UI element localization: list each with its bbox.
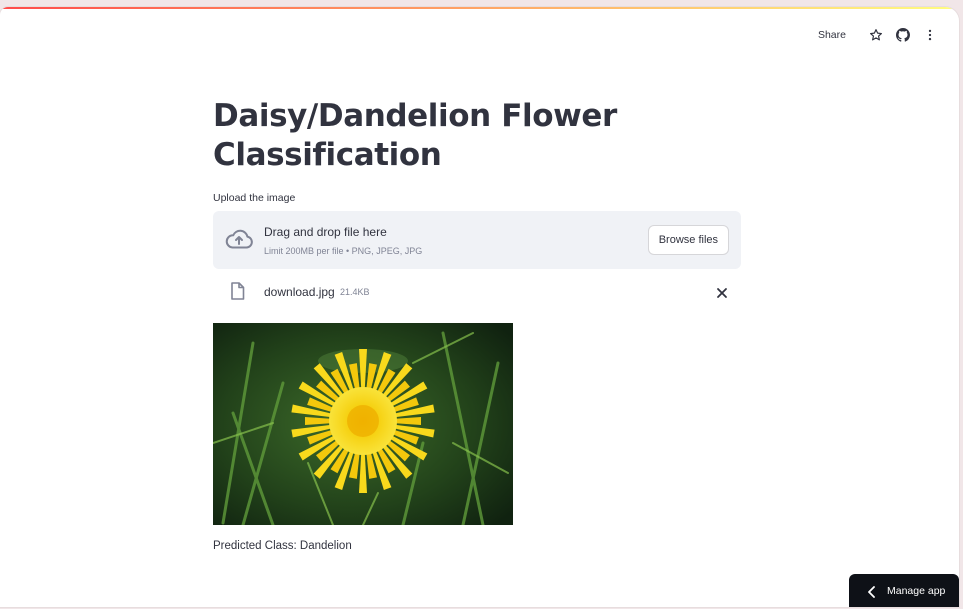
close-icon[interactable] <box>715 286 729 300</box>
main-content: Daisy/Dandelion Flower Classification Up… <box>213 97 741 552</box>
uploaded-image <box>213 323 513 525</box>
github-icon[interactable] <box>894 26 912 44</box>
header-toolbar: Share <box>818 25 939 45</box>
cloud-upload-icon <box>224 227 254 256</box>
star-icon[interactable] <box>867 26 885 44</box>
file-size: 21.4KB <box>340 287 370 297</box>
more-vertical-icon[interactable] <box>921 26 939 44</box>
file-dropzone[interactable]: Drag and drop file here Limit 200MB per … <box>213 211 741 269</box>
chevron-left-icon <box>867 585 877 598</box>
manage-app-label: Manage app <box>887 584 946 597</box>
top-decoration-bar <box>0 7 959 9</box>
file-name: download.jpg <box>264 285 335 299</box>
dropzone-instructions: Drag and drop file here <box>264 225 387 239</box>
page-title: Daisy/Dandelion Flower Classification <box>213 98 617 173</box>
app-frame: Share Daisy/Dandelion Flower Classificat… <box>0 7 959 607</box>
file-icon <box>230 282 245 305</box>
dropzone-limit-text: Limit 200MB per file • PNG, JPEG, JPG <box>264 246 423 256</box>
browse-files-button[interactable]: Browse files <box>647 225 729 255</box>
manage-app-button[interactable]: Manage app <box>849 574 959 607</box>
uploaded-file-row: download.jpg 21.4KB <box>213 269 741 313</box>
uploader-label: Upload the image <box>213 192 296 204</box>
prediction-result: Predicted Class: Dandelion <box>213 540 352 552</box>
share-button[interactable]: Share <box>818 29 846 41</box>
